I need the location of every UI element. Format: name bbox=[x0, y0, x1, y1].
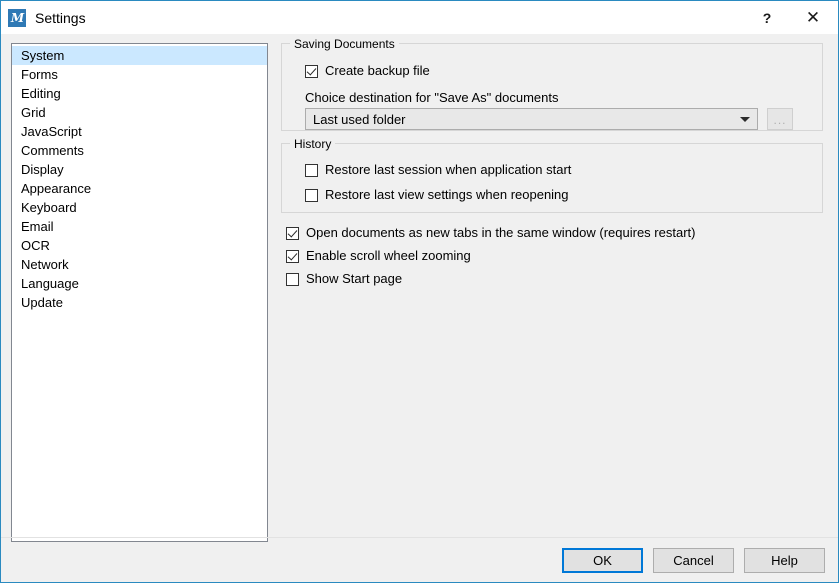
help-button[interactable]: Help bbox=[744, 548, 825, 573]
cancel-button[interactable]: Cancel bbox=[653, 548, 734, 573]
create-backup-file-checkbox-row[interactable]: Create backup file bbox=[305, 64, 430, 78]
sidebar-item-system[interactable]: System bbox=[12, 46, 267, 65]
footer-divider bbox=[1, 537, 838, 538]
sidebar-item-appearance[interactable]: Appearance bbox=[12, 179, 267, 198]
help-icon[interactable]: ? bbox=[744, 2, 790, 34]
enable-scroll-wheel-zooming-checkbox-row[interactable]: Enable scroll wheel zooming bbox=[286, 249, 823, 263]
open-documents-new-tabs-checkbox-row[interactable]: Open documents as new tabs in the same w… bbox=[286, 226, 823, 240]
title-bar: M Settings ? ✕ bbox=[1, 1, 838, 34]
window-title: Settings bbox=[35, 9, 86, 26]
saving-documents-group-title: Saving Documents bbox=[290, 37, 399, 51]
category-list[interactable]: System Forms Editing Grid JavaScript Com… bbox=[11, 43, 268, 542]
show-start-page-label: Show Start page bbox=[306, 271, 403, 286]
restore-last-session-checkbox-row[interactable]: Restore last session when application st… bbox=[305, 163, 571, 177]
save-as-destination-label: Choice destination for "Save As" documen… bbox=[305, 90, 559, 105]
restore-last-view-label: Restore last view settings when reopenin… bbox=[325, 187, 569, 202]
sidebar-item-grid[interactable]: Grid bbox=[12, 103, 267, 122]
sidebar-item-network[interactable]: Network bbox=[12, 255, 267, 274]
restore-last-session-checkbox[interactable] bbox=[305, 163, 318, 177]
browse-folder-button[interactable]: ... bbox=[767, 108, 793, 130]
save-as-destination-row: Last used folder ... bbox=[305, 108, 793, 130]
sidebar-item-display[interactable]: Display bbox=[12, 160, 267, 179]
chevron-down-icon[interactable] bbox=[733, 109, 757, 129]
sidebar-item-update[interactable]: Update bbox=[12, 293, 267, 312]
sidebar-item-ocr[interactable]: OCR bbox=[12, 236, 267, 255]
dialog-body: System Forms Editing Grid JavaScript Com… bbox=[1, 34, 838, 582]
settings-panel: Saving Documents Create backup file Choi… bbox=[281, 37, 823, 295]
sidebar-item-language[interactable]: Language bbox=[12, 274, 267, 293]
create-backup-file-label: Create backup file bbox=[325, 63, 430, 78]
save-as-destination-select[interactable]: Last used folder bbox=[305, 108, 758, 130]
close-icon[interactable]: ✕ bbox=[790, 2, 836, 34]
sidebar-item-javascript[interactable]: JavaScript bbox=[12, 122, 267, 141]
restore-last-view-checkbox-row[interactable]: Restore last view settings when reopenin… bbox=[305, 188, 569, 202]
show-start-page-checkbox-row[interactable]: Show Start page bbox=[286, 272, 823, 286]
sidebar-item-keyboard[interactable]: Keyboard bbox=[12, 198, 267, 217]
save-as-destination-value: Last used folder bbox=[313, 111, 406, 127]
sidebar-item-forms[interactable]: Forms bbox=[12, 65, 267, 84]
ok-button[interactable]: OK bbox=[562, 548, 643, 573]
sidebar-item-email[interactable]: Email bbox=[12, 217, 267, 236]
sidebar-item-comments[interactable]: Comments bbox=[12, 141, 267, 160]
create-backup-file-checkbox[interactable] bbox=[305, 64, 318, 78]
history-group-title: History bbox=[290, 137, 336, 151]
saving-documents-group: Saving Documents Create backup file Choi… bbox=[281, 37, 823, 131]
dialog-footer: OK Cancel Help bbox=[562, 548, 825, 573]
restore-last-session-label: Restore last session when application st… bbox=[325, 162, 572, 177]
restore-last-view-checkbox[interactable] bbox=[305, 188, 318, 202]
history-group: History Restore last session when applic… bbox=[281, 137, 823, 213]
sidebar-item-editing[interactable]: Editing bbox=[12, 84, 267, 103]
general-options: Open documents as new tabs in the same w… bbox=[286, 226, 823, 286]
enable-scroll-wheel-zooming-checkbox[interactable] bbox=[286, 249, 299, 263]
app-icon: M bbox=[8, 8, 26, 27]
show-start-page-checkbox[interactable] bbox=[286, 272, 299, 286]
enable-scroll-wheel-zooming-label: Enable scroll wheel zooming bbox=[306, 248, 471, 263]
settings-window: M Settings ? ✕ System Forms Editing Grid… bbox=[0, 0, 839, 583]
open-documents-new-tabs-checkbox[interactable] bbox=[286, 226, 299, 240]
open-documents-new-tabs-label: Open documents as new tabs in the same w… bbox=[306, 225, 696, 240]
